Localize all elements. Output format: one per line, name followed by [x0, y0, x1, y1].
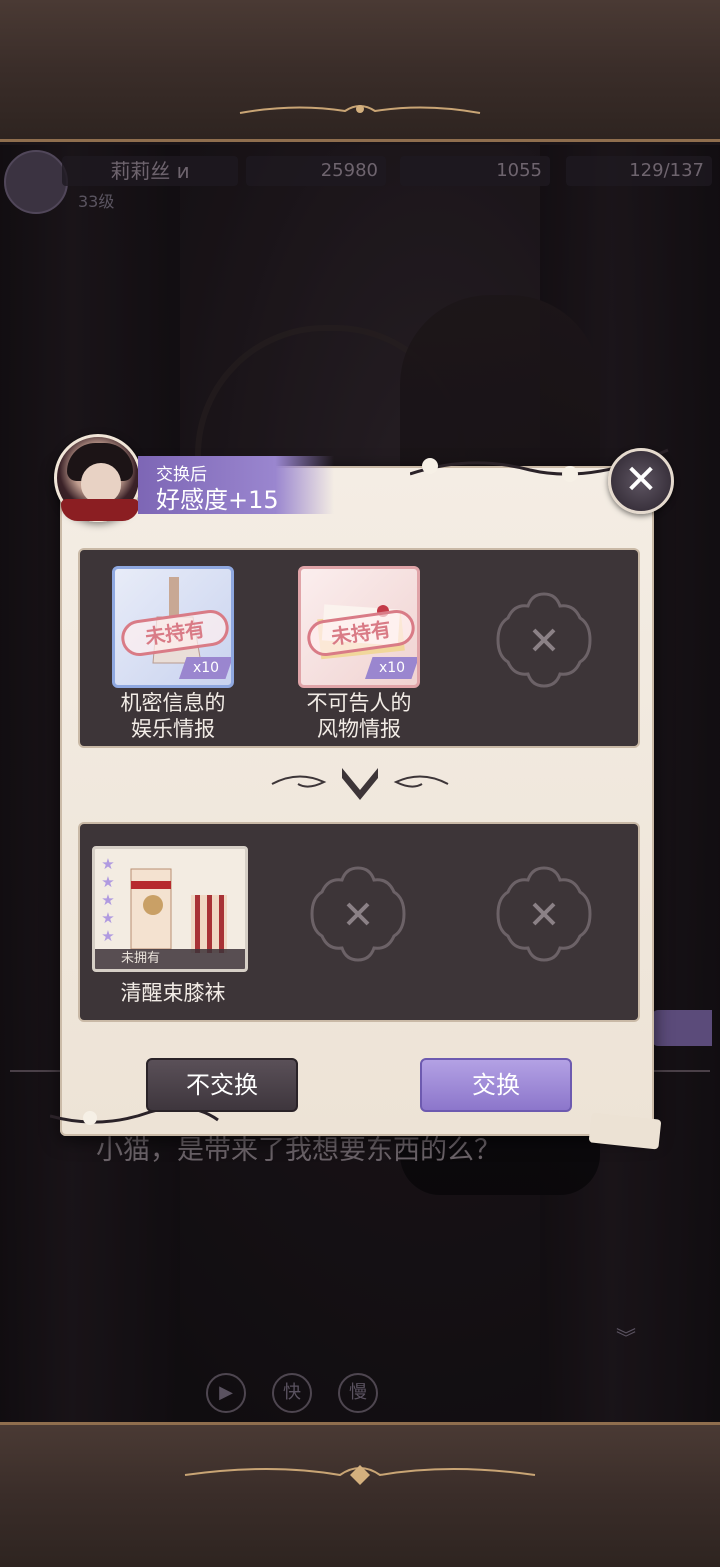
fast-forward-button[interactable]: 快 [272, 1373, 312, 1413]
empty-slot-icon [496, 592, 592, 688]
player-name: 莉莉丝 и [62, 156, 238, 186]
chevron-down-icon[interactable]: ︾ [616, 1322, 636, 1351]
bottom-ornate-bar [0, 1422, 720, 1567]
not-owned-stamp: 未持有 [119, 607, 231, 659]
character-portrait [54, 434, 142, 522]
empty-slot-icon [310, 866, 406, 962]
garter-stocking-icon [130, 868, 227, 953]
affection-bonus: 好感度+15 [156, 486, 279, 514]
empty-slot-icon [496, 866, 592, 962]
gold-counter[interactable]: 25980 [246, 156, 386, 186]
player-avatar[interactable] [4, 150, 68, 214]
divider-chevron-icon [271, 768, 449, 800]
player-level: 33级 [78, 192, 115, 211]
affection-tag: 交换后 好感度+15 [138, 456, 334, 514]
offer-item-1-label: 机密信息的 娱乐情报 [120, 691, 226, 741]
cancel-exchange-button[interactable]: 不交换 [146, 1058, 298, 1112]
auto-play-button[interactable]: ▶ [206, 1373, 246, 1413]
confirm-exchange-button[interactable]: 交换 [420, 1058, 572, 1112]
ornament-icon [239, 105, 481, 114]
reward-item-1-label: 清醒束膝袜 [120, 981, 226, 1005]
unowned-label: 未拥有 [95, 949, 245, 969]
rarity-stars: ★★★★★ [99, 855, 117, 945]
diamond-counter[interactable]: 1055 [400, 156, 550, 186]
top-ornate-bar [0, 0, 720, 142]
slow-button[interactable]: 慢 [338, 1373, 378, 1413]
item-quantity: x10 [179, 657, 231, 679]
top-hud: 莉莉丝 и 33级 25980 1055 129/137 [0, 148, 720, 218]
offer-item-1[interactable]: 未持有 x10 [112, 566, 234, 688]
ornament-icon [184, 1465, 536, 1485]
item-quantity: x10 [365, 657, 417, 679]
close-button[interactable]: ✕ [608, 448, 674, 514]
stamina-counter[interactable]: 129/137 [566, 156, 712, 186]
offer-item-2-label: 不可告人的 风物情报 [306, 691, 412, 741]
reward-item-1[interactable]: ★★★★★ 未拥有 [92, 846, 248, 972]
side-tab[interactable] [652, 1010, 712, 1046]
offer-item-2[interactable]: 未持有 x10 [298, 566, 420, 688]
